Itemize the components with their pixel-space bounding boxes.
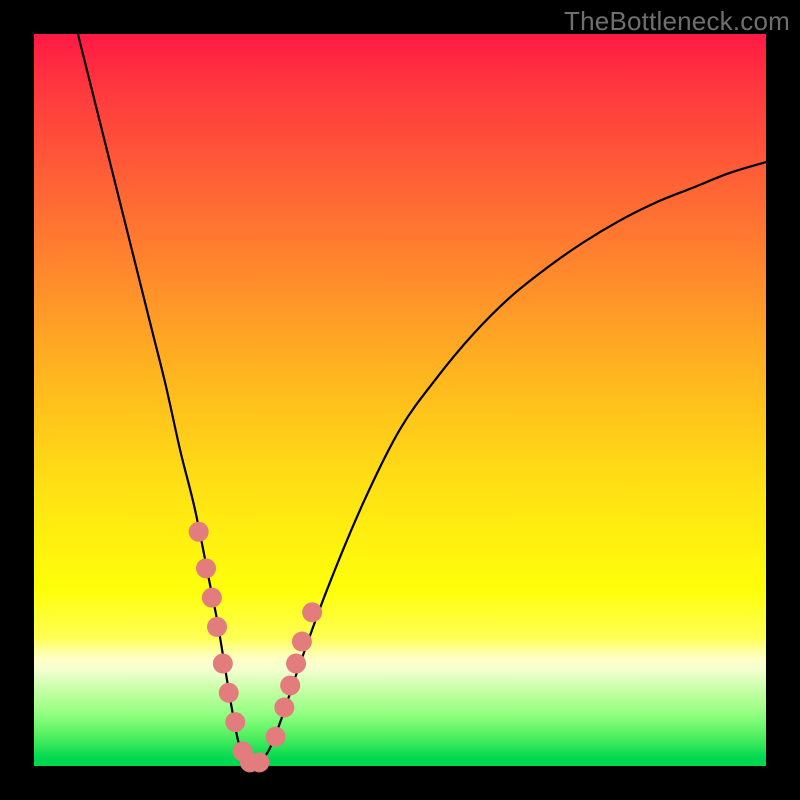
data-marker xyxy=(292,632,312,652)
data-marker xyxy=(280,675,300,695)
data-marker xyxy=(213,654,233,674)
watermark-text: TheBottleneck.com xyxy=(564,6,790,37)
data-marker xyxy=(249,752,269,772)
marker-group xyxy=(189,522,322,773)
data-marker xyxy=(207,617,227,637)
data-marker xyxy=(196,558,216,578)
data-marker xyxy=(274,697,294,717)
data-marker xyxy=(302,602,322,622)
data-marker xyxy=(219,683,239,703)
bottleneck-curve xyxy=(78,34,766,766)
data-marker xyxy=(286,654,306,674)
curve-layer xyxy=(34,34,766,766)
data-marker xyxy=(189,522,209,542)
data-marker xyxy=(266,727,286,747)
data-marker xyxy=(225,712,245,732)
data-marker xyxy=(202,588,222,608)
plot-area xyxy=(34,34,766,766)
chart-frame: TheBottleneck.com xyxy=(0,0,800,800)
